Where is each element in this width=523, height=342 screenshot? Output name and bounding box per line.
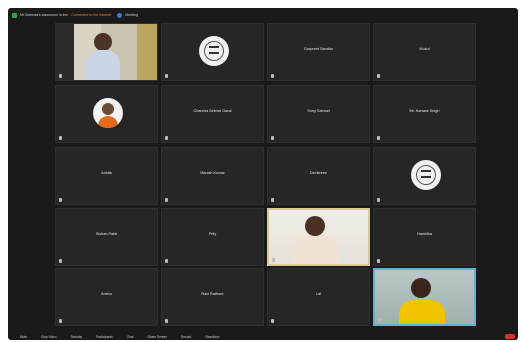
top-bar: Mr.Solenda's classroom is live Connected…: [8, 8, 518, 22]
mic-icon: [272, 258, 275, 262]
participant-tile[interactable]: Mukul: [373, 23, 476, 81]
mic-icon: [271, 319, 274, 323]
shield-icon[interactable]: [12, 12, 17, 18]
participant-name: Kishan Patel: [95, 232, 118, 236]
participant-tile[interactable]: [161, 23, 264, 81]
stop-video-button[interactable]: Stop Video: [41, 335, 57, 339]
security-button[interactable]: Security: [71, 335, 83, 339]
participant-name: Ankita: [101, 171, 112, 175]
mic-icon: [271, 74, 274, 78]
connection-status: Connected to the internet: [71, 13, 112, 17]
participant-name: Anshu: [101, 292, 112, 296]
meeting-controls: Mute Stop Video Security Participants Ch…: [8, 333, 518, 340]
participant-tile[interactable]: [55, 85, 158, 143]
logo-avatar: [199, 36, 229, 66]
participant-tile[interactable]: Ankita: [55, 147, 158, 205]
mic-icon: [59, 136, 62, 140]
participant-tile[interactable]: Prity: [161, 208, 264, 266]
participant-tile[interactable]: Anshu: [55, 268, 158, 326]
participant-name: Sony Samuel: [307, 109, 330, 113]
mic-icon: [165, 198, 168, 202]
record-button[interactable]: Record: [181, 335, 191, 339]
reactions-button[interactable]: Reactions: [205, 335, 219, 339]
participant-tile[interactable]: Sony Samuel: [267, 85, 370, 143]
participant-name: Gurpreet Sandhu: [303, 47, 334, 51]
mute-button[interactable]: Mute: [20, 335, 27, 339]
mic-icon: [378, 318, 381, 322]
participant-name: Manish Kumar: [200, 171, 225, 175]
end-meeting-button[interactable]: [505, 334, 515, 339]
mic-icon: [165, 136, 168, 140]
participant-video-tile[interactable]: [55, 23, 158, 81]
participants-button[interactable]: Participants: [96, 335, 113, 339]
mic-icon: [165, 74, 168, 78]
participant-name: Harshika: [417, 232, 432, 236]
mic-icon: [59, 74, 62, 78]
participant-name: Mukul: [419, 47, 430, 51]
mic-icon: [165, 319, 168, 323]
info-icon[interactable]: [117, 12, 123, 18]
mic-icon: [377, 259, 380, 263]
participant-name: Ravi Rathore: [201, 292, 224, 296]
participant-tile[interactable]: [373, 147, 476, 205]
mic-icon: [59, 259, 62, 263]
mic-icon: [271, 136, 274, 140]
meeting-window: Mr.Solenda's classroom is live Connected…: [8, 8, 518, 340]
participant-video-tile[interactable]: [267, 208, 370, 266]
logo-avatar: [411, 160, 441, 190]
chat-button[interactable]: Chat: [127, 335, 134, 339]
mic-icon: [377, 198, 380, 202]
person-avatar: [93, 98, 123, 128]
mic-icon: [271, 198, 274, 202]
participant-tile[interactable]: Ravi Rathore: [161, 268, 264, 326]
mic-icon: [59, 198, 62, 202]
participant-tile[interactable]: Harshika: [373, 208, 476, 266]
window-title: Mr.Solenda's classroom is live: [20, 13, 69, 17]
mic-icon: [165, 259, 168, 263]
participant-tile[interactable]: Kishan Patel: [55, 208, 158, 266]
participant-tile[interactable]: Chandra Sekhar Garai: [161, 85, 264, 143]
participant-name: Prity: [208, 232, 217, 236]
participant-tile[interactable]: Devishree: [267, 147, 370, 205]
participant-name: Chandra Sekhar Garai: [193, 109, 232, 113]
participant-tile[interactable]: Lal: [267, 268, 370, 326]
participant-video-tile[interactable]: [373, 268, 476, 326]
participant-tile[interactable]: Manish Kumar: [161, 147, 264, 205]
mic-icon: [59, 319, 62, 323]
share-screen-button[interactable]: Share Screen: [148, 335, 168, 339]
participant-name: Lal: [315, 292, 322, 296]
participant-tile[interactable]: Mr. Kanwar Singh: [373, 85, 476, 143]
participant-tile[interactable]: Gurpreet Sandhu: [267, 23, 370, 81]
screen: Mr.Solenda's classroom is live Connected…: [0, 0, 523, 342]
mic-icon: [377, 136, 380, 140]
participant-name: Mr. Kanwar Singh: [409, 109, 440, 113]
participant-name: Devishree: [309, 171, 328, 175]
meeting-label: Meeting: [125, 13, 139, 17]
mic-icon: [377, 74, 380, 78]
